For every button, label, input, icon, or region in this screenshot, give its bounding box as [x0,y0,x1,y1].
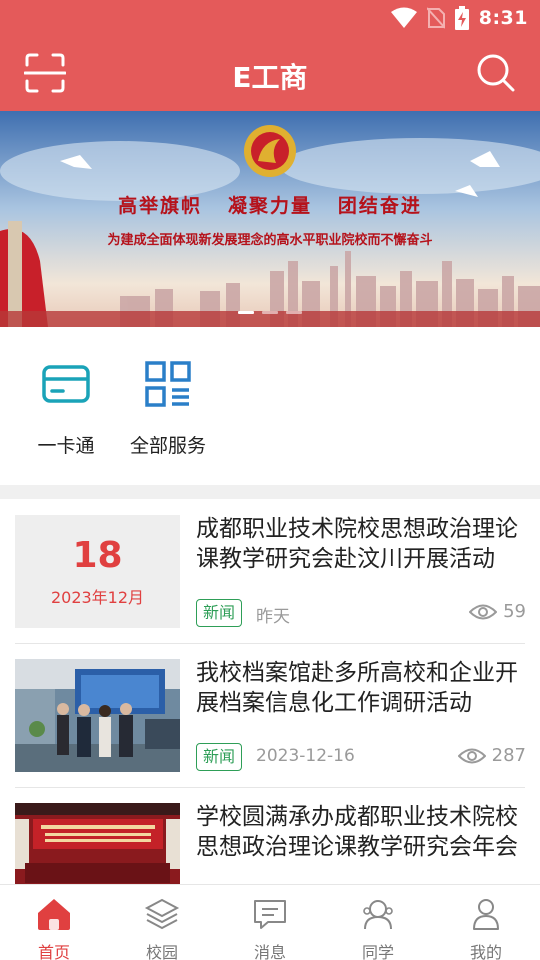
news-date-month: 2023年12月 [50,587,145,607]
battery-charging-icon [454,6,469,30]
home-icon [38,899,70,930]
tab-messages[interactable]: 消息 [216,885,324,960]
banner-image [0,111,540,327]
banner-headline: 高举旗帜 凝聚力量 团结奋进 [118,195,422,217]
message-icon [254,900,286,929]
news-thumbnail [15,659,180,772]
no-sim-icon [426,7,445,29]
page-title: E工商 [232,61,308,94]
news-date: 昨天 [256,607,290,627]
view-count-value: 59 [503,601,526,622]
eye-icon [457,748,486,763]
news-tag: 新闻 [196,599,243,627]
news-meta: 新闻 2023-12-16 287 [196,743,526,771]
banner-subline: 为建成全面体现新发展理念的高水平职业院校而不懈奋斗 [107,233,433,248]
bottom-tab-bar: 首页 校园 消息 同学 我的 [0,884,540,960]
service-label: 全部服务 [129,435,206,457]
news-title[interactable]: 我校档案馆赴多所高校和企业开展档案信息化工作调研活动 [196,658,526,718]
view-count-value: 287 [491,745,526,766]
search-icon[interactable] [476,53,516,93]
wifi-icon [390,7,417,28]
tab-label: 我的 [469,943,502,960]
status-bar: 8:31 [0,0,540,36]
card-icon [42,365,90,403]
eye-icon [469,604,498,619]
news-tag: 新闻 [196,743,243,771]
tab-profile[interactable]: 我的 [432,885,540,960]
carousel-indicator [0,311,540,314]
grid-icon [145,361,191,407]
tab-home[interactable]: 首页 [0,885,108,960]
news-item[interactable]: 18 2023年12月 成都职业技术院校思想政治理论课教学研究会赴汶川开展活动 … [15,514,526,643]
service-label: 一卡通 [37,435,95,457]
section-divider [0,485,540,499]
list-separator [15,643,525,644]
banner-carousel[interactable]: 高举旗帜 凝聚力量 团结奋进 为建成全面体现新发展理念的高水平职业院校而不懈奋斗 [0,111,540,327]
carousel-dot[interactable] [238,311,254,314]
app-header: E工商 [0,36,540,111]
service-all-services[interactable]: 全部服务 [118,357,218,458]
view-count: 287 [457,745,526,766]
tab-label: 首页 [37,943,70,960]
news-title[interactable]: 成都职业技术院校思想政治理论课教学研究会赴汶川开展活动 [196,514,526,574]
news-date: 2023-12-16 [256,746,355,766]
carousel-dot[interactable] [262,311,278,314]
list-separator [15,787,525,788]
status-time: 8:31 [478,7,528,29]
tab-label: 同学 [361,943,394,960]
news-thumbnail [15,803,180,884]
news-date-badge: 18 2023年12月 [15,515,180,628]
layers-icon [144,898,180,930]
news-item[interactable]: 我校档案馆赴多所高校和企业开展档案信息化工作调研活动 新闻 2023-12-16… [15,658,526,787]
carousel-dot[interactable] [286,311,302,314]
news-date-day: 18 [72,534,123,576]
news-meta: 新闻 昨天 59 [196,599,526,627]
profile-icon [473,899,499,930]
tab-label: 校园 [145,943,178,960]
service-one-card[interactable]: 一卡通 [16,357,116,458]
tab-campus[interactable]: 校园 [108,885,216,960]
news-title[interactable]: 学校圆满承办成都职业技术院校思想政治理论课教学研究会年会 [196,803,525,862]
tab-classmates[interactable]: 同学 [324,885,432,960]
quick-services: 一卡通 全部服务 [0,327,540,485]
tab-label: 消息 [253,943,286,960]
classmates-icon [363,900,393,930]
news-item[interactable]: 学校圆满承办成都职业技术院校思想政治理论课教学研究会年会 [15,803,525,884]
view-count: 59 [469,601,526,622]
